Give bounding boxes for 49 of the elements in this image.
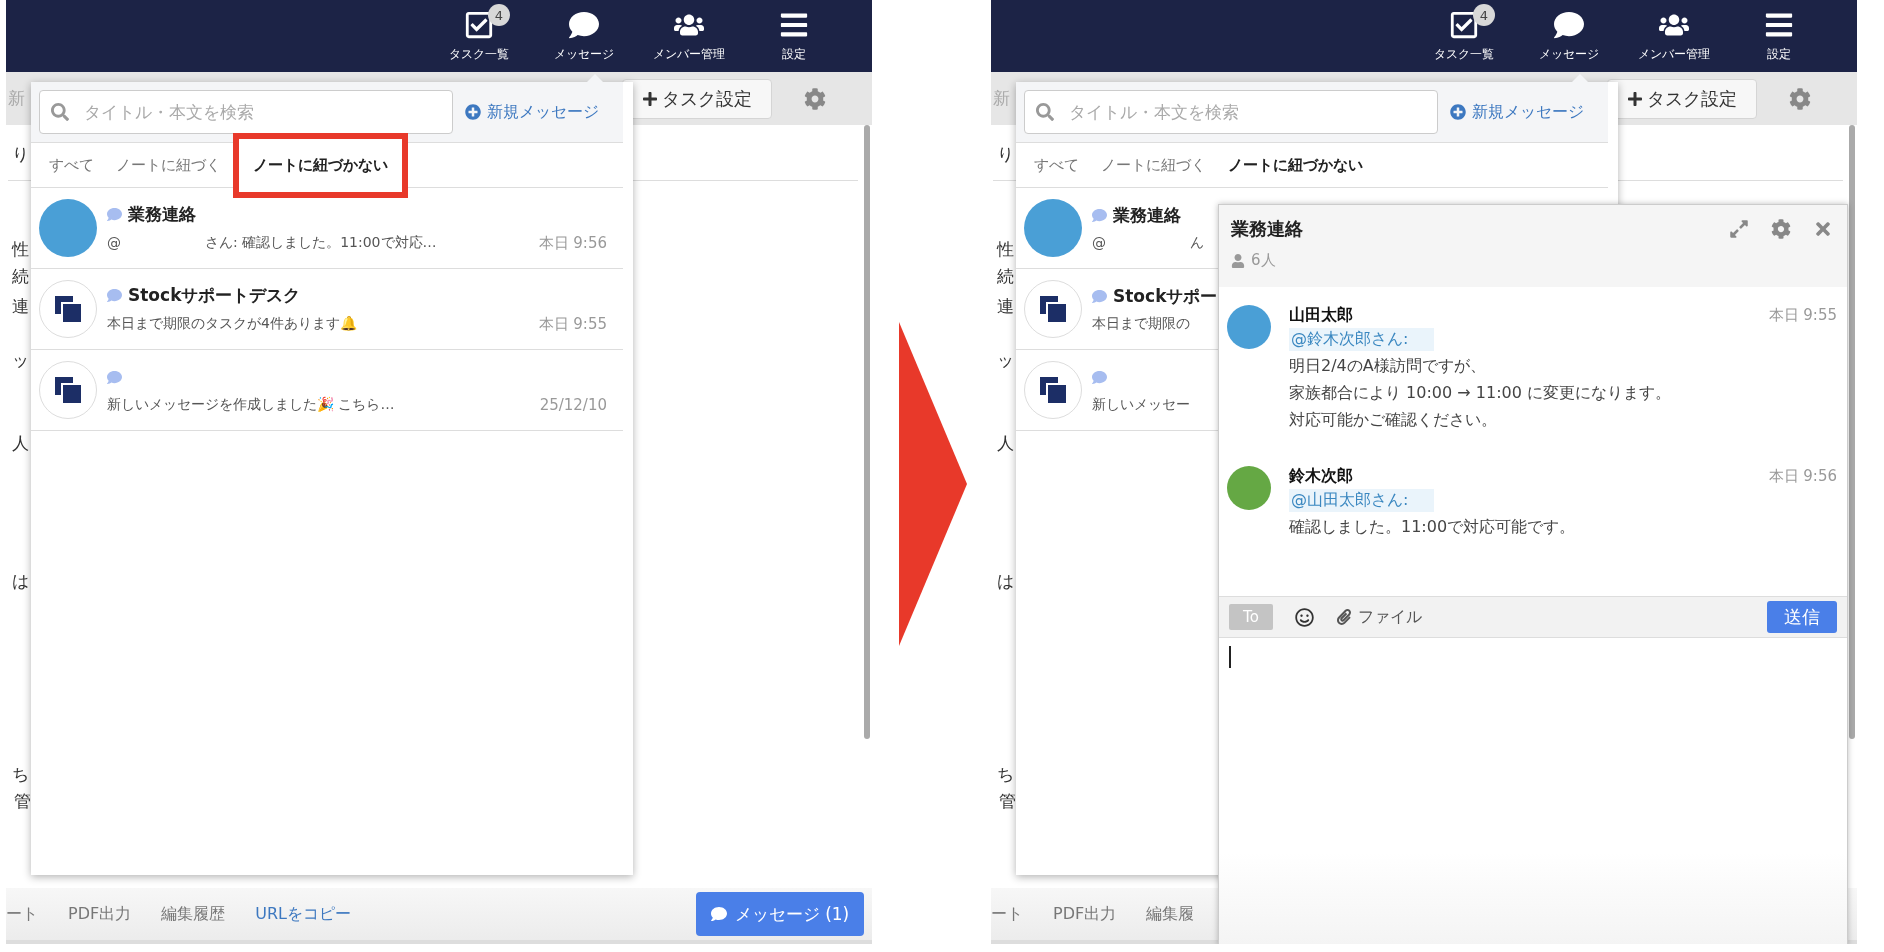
- page-text: は: [12, 570, 29, 593]
- toolbar-text: 新: [8, 87, 25, 110]
- page-text: ッ: [997, 349, 1014, 372]
- sender-name: 鈴木次郎: [1289, 466, 1353, 487]
- page-text: 続: [12, 265, 29, 288]
- page-text: ッ: [12, 349, 29, 372]
- message-preview: @: [107, 235, 121, 251]
- page-text: は: [997, 570, 1014, 593]
- timestamp: 本日 9:55: [538, 314, 607, 334]
- mention: @鈴木次郎さん:: [1289, 328, 1435, 351]
- message-preview: さん: 確認しました。11:00で対応…: [205, 234, 437, 252]
- mention: @山田太郎さん:: [1289, 489, 1435, 512]
- message-preview: 本日まで期限のタスクが4件あります🔔: [107, 315, 357, 333]
- thread-title: Stockサポートデスク: [128, 284, 301, 307]
- page-text: 性: [997, 238, 1014, 261]
- message-preview: 新しいメッセー: [1092, 396, 1190, 414]
- page-text: 性: [12, 238, 29, 261]
- thread-title: Stockサポー: [1113, 284, 1218, 308]
- message-line: 確認しました。11:00で対応可能です。: [1289, 516, 1576, 538]
- thread-title: 業務連絡: [1113, 203, 1181, 227]
- page-text: 人: [997, 432, 1014, 455]
- sender-name: 山田太郎: [1289, 305, 1353, 326]
- chat-title: 業務連絡: [1231, 217, 1303, 241]
- message-line: 対応可能かご確認ください。: [1289, 409, 1497, 431]
- member-count: 6人: [1251, 251, 1276, 270]
- message-preview: 新しいメッセージを作成しました🎉 こちら…: [107, 396, 395, 414]
- toolbar-text: 新: [993, 87, 1010, 110]
- page-text: 人: [12, 432, 29, 455]
- message-line: 明日2/4のA様訪問ですが、: [1289, 355, 1486, 377]
- message-preview: @: [1092, 235, 1106, 251]
- page-text: 連: [12, 295, 29, 318]
- page-text: 管: [14, 790, 31, 813]
- message-preview: 本日まで期限の: [1092, 315, 1190, 333]
- count-badge: 4: [1473, 4, 1495, 26]
- page-text: ち: [997, 763, 1014, 786]
- timestamp: 25/12/10: [539, 396, 607, 414]
- page-text: 連: [997, 295, 1014, 318]
- thread-title: 業務連絡: [128, 203, 196, 226]
- count-badge: 4: [488, 4, 510, 26]
- timestamp: 本日 9:56: [1768, 467, 1837, 486]
- timestamp: 本日 9:56: [538, 233, 607, 253]
- page-text: 管: [999, 790, 1016, 813]
- page-text: ち: [12, 763, 29, 786]
- message-preview: ん: [1190, 234, 1204, 252]
- page-text: り: [12, 143, 29, 166]
- message-line: 家族都合により 10:00 → 11:00 に変更になります。: [1289, 382, 1671, 404]
- page-text: 続: [997, 265, 1014, 288]
- timestamp: 本日 9:55: [1768, 306, 1837, 325]
- page-text: り: [997, 143, 1014, 166]
